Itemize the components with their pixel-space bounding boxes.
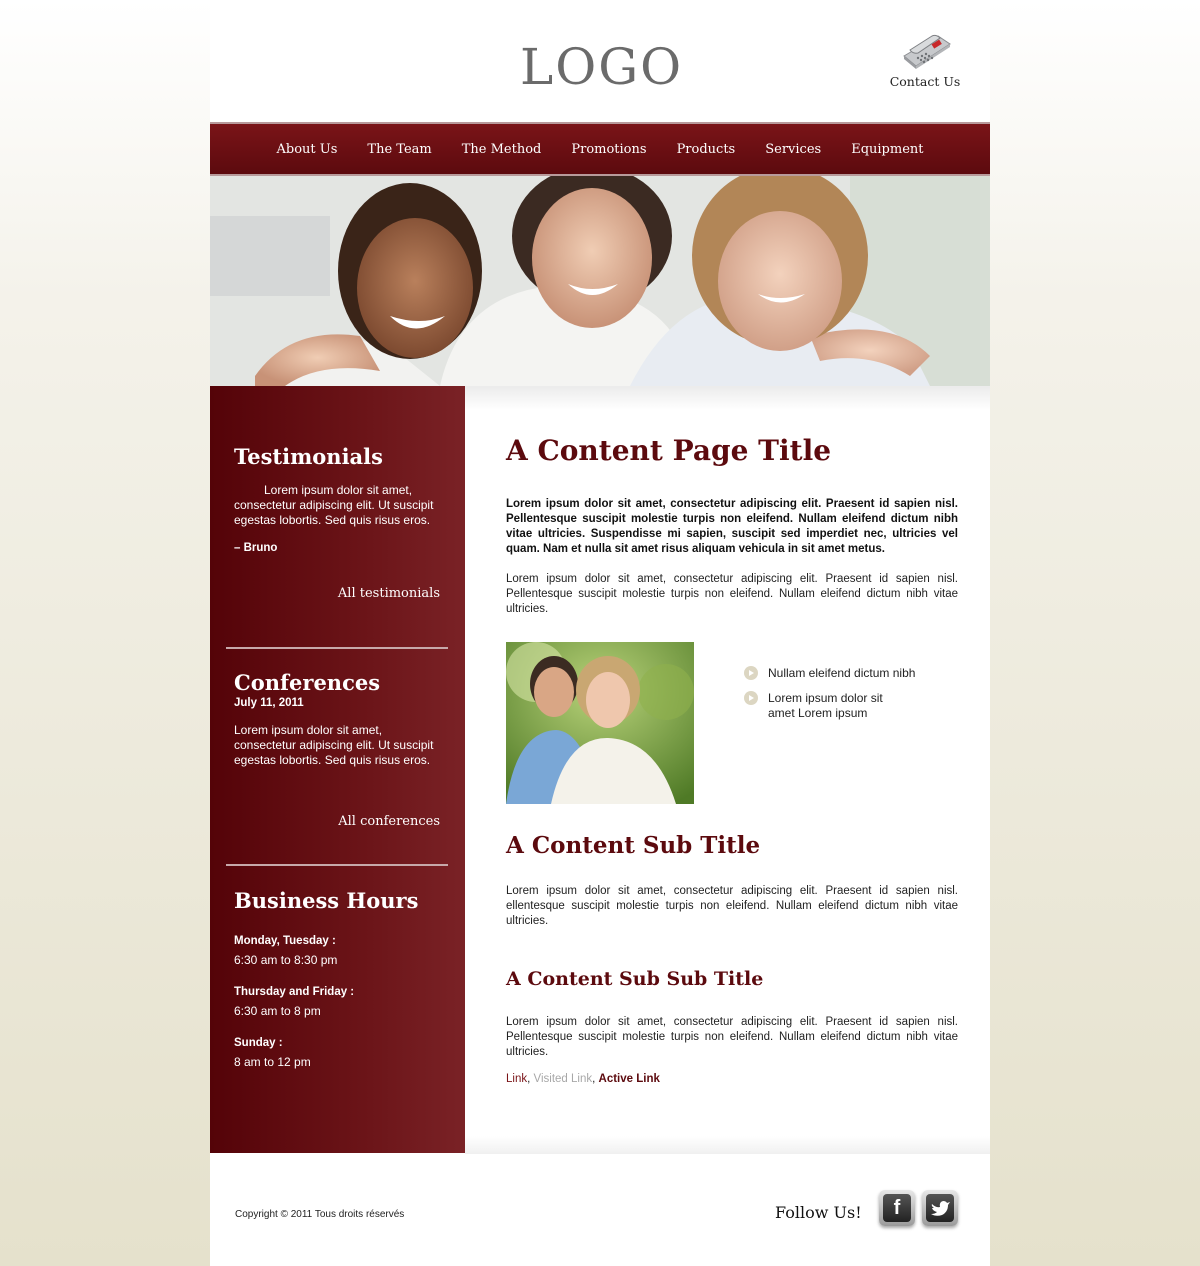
list-item-text: Nullam eleifend dictum nibh bbox=[768, 666, 916, 680]
conferences-section: Conferences July 11, 2011 Lorem ipsum do… bbox=[234, 670, 440, 829]
couple-photo bbox=[506, 642, 694, 804]
hours-days: Thursday and Friday : bbox=[234, 986, 355, 998]
all-conferences-link[interactable]: All conferences bbox=[234, 814, 440, 829]
feature-list: Nullam eleifend dictum nibh Lorem ipsum … bbox=[744, 666, 944, 731]
facebook-icon: f bbox=[883, 1194, 911, 1222]
nav-the-team[interactable]: The Team bbox=[352, 142, 446, 157]
testimonial-author: – Bruno bbox=[234, 542, 278, 554]
copyright-text: Copyright © 2011 Tous droits réservés bbox=[235, 1209, 405, 1220]
testimonial-text: Lorem ipsum dolor sit amet, consectetur … bbox=[234, 483, 434, 527]
hours-days: Monday, Tuesday : bbox=[234, 935, 336, 947]
all-testimonials-link[interactable]: All testimonials bbox=[234, 586, 440, 601]
nav-about-us[interactable]: About Us bbox=[262, 142, 353, 157]
twitter-icon bbox=[926, 1194, 954, 1222]
link-active[interactable]: Active Link bbox=[599, 1073, 660, 1085]
list-item: Lorem ipsum dolor sit amet Lorem ipsum bbox=[744, 691, 908, 721]
main-nav: About Us The Team The Method Promotions … bbox=[210, 122, 990, 176]
follow-us-label: Follow Us! bbox=[775, 1203, 862, 1222]
content-bottom-shadow bbox=[465, 1136, 990, 1154]
content-sub-sub-title: A Content Sub Sub Title bbox=[506, 968, 764, 990]
nav-products[interactable]: Products bbox=[662, 142, 751, 157]
paragraph-3: Lorem ipsum dolor sit amet, consectetur … bbox=[506, 1016, 958, 1058]
paragraph-1: Lorem ipsum dolor sit amet, consectetur … bbox=[506, 573, 958, 615]
link-visited[interactable]: Visited Link bbox=[534, 1073, 593, 1085]
content-sub-title: A Content Sub Title bbox=[506, 832, 761, 859]
nav-the-method[interactable]: The Method bbox=[447, 142, 557, 157]
hours-time: 6:30 am to 8:30 pm bbox=[234, 953, 338, 967]
hours-days: Sunday : bbox=[234, 1037, 283, 1049]
site-logo[interactable]: LOGO bbox=[520, 38, 681, 96]
sidebar: Testimonials Lorem ipsum dolor sit amet,… bbox=[210, 386, 465, 1153]
phone-icon bbox=[903, 34, 951, 69]
sidebar-divider bbox=[226, 647, 448, 649]
nav-services[interactable]: Services bbox=[750, 142, 836, 157]
link-separator: , bbox=[592, 1073, 596, 1085]
list-item-text: Lorem ipsum dolor sit amet Lorem ipsum bbox=[768, 691, 883, 720]
nav-equipment[interactable]: Equipment bbox=[836, 142, 938, 157]
sidebar-divider bbox=[226, 864, 448, 866]
link-normal[interactable]: Link bbox=[506, 1073, 527, 1085]
arrow-bullet-icon bbox=[744, 666, 758, 680]
content-top-shadow bbox=[465, 386, 990, 410]
intro-paragraph: Lorem ipsum dolor sit amet, consectetur … bbox=[506, 498, 958, 555]
arrow-bullet-icon bbox=[744, 691, 758, 705]
list-item: Nullam eleifend dictum nibh bbox=[744, 666, 944, 681]
contact-us-label: Contact Us bbox=[889, 74, 961, 89]
facebook-button[interactable]: f bbox=[879, 1190, 915, 1226]
contact-us-button[interactable]: Contact Us bbox=[882, 30, 968, 89]
page-title: A Content Page Title bbox=[506, 434, 832, 467]
conferences-title: Conferences bbox=[234, 670, 381, 695]
hours-entry: Thursday and Friday : 6:30 am to 8 pm bbox=[234, 986, 440, 1019]
hours-entry: Sunday : 8 am to 12 pm bbox=[234, 1037, 440, 1070]
link-separator: , bbox=[527, 1073, 531, 1085]
page-container: LOGO Contact Us About Us The Team The Me… bbox=[210, 0, 990, 1266]
link-examples: Link, Visited Link, Active Link bbox=[506, 1073, 660, 1085]
conference-date: July 11, 2011 bbox=[234, 697, 304, 709]
conference-text: Lorem ipsum dolor sit amet, consectetur … bbox=[234, 723, 434, 767]
hours-time: 6:30 am to 8 pm bbox=[234, 1004, 321, 1018]
business-hours-section: Business Hours Monday, Tuesday : 6:30 am… bbox=[234, 888, 440, 1070]
testimonials-title: Testimonials bbox=[234, 444, 383, 469]
hero-image bbox=[210, 176, 990, 386]
nav-promotions[interactable]: Promotions bbox=[556, 142, 661, 157]
paragraph-2: Lorem ipsum dolor sit amet, consectetur … bbox=[506, 885, 958, 927]
business-hours-title: Business Hours bbox=[234, 888, 419, 913]
hours-entry: Monday, Tuesday : 6:30 am to 8:30 pm bbox=[234, 935, 440, 968]
testimonials-section: Testimonials Lorem ipsum dolor sit amet,… bbox=[234, 444, 440, 601]
hours-time: 8 am to 12 pm bbox=[234, 1055, 311, 1069]
twitter-button[interactable] bbox=[922, 1190, 958, 1226]
